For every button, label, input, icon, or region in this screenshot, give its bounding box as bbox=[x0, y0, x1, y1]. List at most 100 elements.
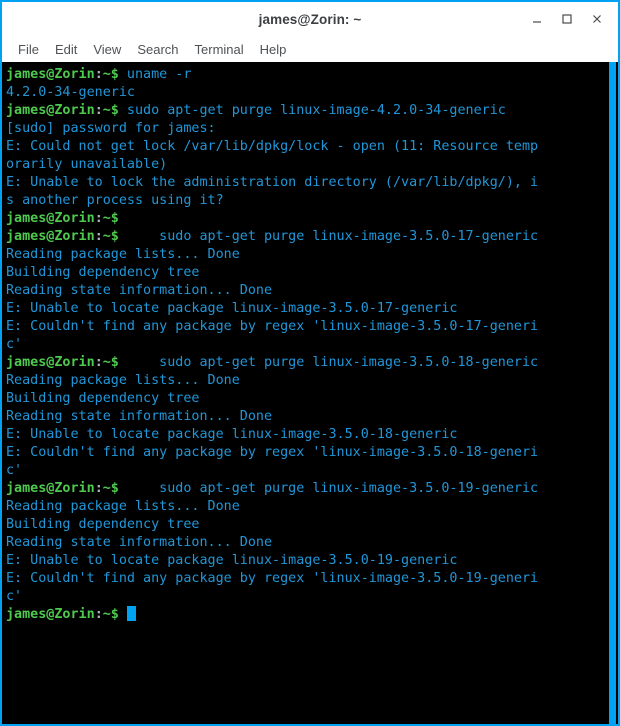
terminal-prompt-line: james@Zorin:~$ uname -r bbox=[6, 66, 618, 84]
terminal-output-text: E: Could not get lock /var/lib/dpkg/lock… bbox=[6, 139, 539, 154]
terminal-output-text: 4.2.0-34-generic bbox=[6, 85, 135, 100]
prompt-colon: : bbox=[94, 211, 103, 226]
terminal-output-line: Reading package lists... Done bbox=[6, 246, 618, 264]
prompt-user-host: james@Zorin bbox=[6, 355, 95, 370]
terminal-output-text: E: Couldn't find any package by regex 'l… bbox=[6, 571, 539, 586]
prompt-user-host: james@Zorin bbox=[6, 67, 95, 82]
terminal-output-line: s another process using it? bbox=[6, 192, 618, 210]
terminal-output[interactable]: james@Zorin:~$ uname -r 4.2.0-34-generic j… bbox=[2, 62, 618, 724]
terminal-output-line: E: Unable to locate package linux-image-… bbox=[6, 426, 618, 444]
terminal-scrollbar[interactable] bbox=[607, 62, 618, 724]
terminal-window: james@Zorin: ~ File Edit View Search Ter… bbox=[0, 0, 620, 726]
terminal-area[interactable]: james@Zorin:~$ uname -r 4.2.0-34-generic j… bbox=[2, 62, 618, 724]
terminal-prompt-line: james@Zorin:~$ sudo apt-get purge linux-… bbox=[6, 102, 618, 120]
prompt-colon: : bbox=[94, 103, 103, 118]
terminal-output-line: Reading state information... Done bbox=[6, 408, 618, 426]
terminal-output-text: Building dependency tree bbox=[6, 265, 200, 280]
terminal-output-line: [sudo] password for james: bbox=[6, 120, 618, 138]
scrollbar-thumb[interactable] bbox=[609, 62, 616, 724]
terminal-output-line: c' bbox=[6, 462, 618, 480]
menu-item-edit[interactable]: Edit bbox=[47, 40, 85, 59]
terminal-output-text: c' bbox=[6, 589, 23, 604]
prompt-sigil: ~$ bbox=[102, 607, 119, 622]
terminal-command: sudo apt-get purge linux-image-3.5.0-18-… bbox=[118, 355, 539, 370]
prompt-user-host: james@Zorin bbox=[6, 211, 95, 226]
terminal-command: sudo apt-get purge linux-image-4.2.0-34-… bbox=[118, 103, 506, 118]
menu-item-help[interactable]: Help bbox=[252, 40, 295, 59]
terminal-command: sudo apt-get purge linux-image-3.5.0-17-… bbox=[118, 229, 539, 244]
prompt-user-host: james@Zorin bbox=[6, 607, 95, 622]
terminal-command: sudo apt-get purge linux-image-3.5.0-19-… bbox=[118, 481, 539, 496]
terminal-output-line: Building dependency tree bbox=[6, 264, 618, 282]
window-title: james@Zorin: ~ bbox=[258, 11, 362, 27]
terminal-output-line: Reading package lists... Done bbox=[6, 372, 618, 390]
prompt-sigil: ~$ bbox=[102, 211, 119, 226]
minimize-button[interactable] bbox=[522, 4, 552, 34]
terminal-output-line: E: Couldn't find any package by regex 'l… bbox=[6, 318, 618, 336]
terminal-output-text: E: Unable to locate package linux-image-… bbox=[6, 553, 458, 568]
terminal-output-text: E: Unable to locate package linux-image-… bbox=[6, 301, 458, 316]
minimize-icon bbox=[533, 21, 541, 23]
terminal-output-line: Building dependency tree bbox=[6, 390, 618, 408]
terminal-output-line: Reading state information... Done bbox=[6, 534, 618, 552]
prompt-colon: : bbox=[94, 607, 103, 622]
terminal-output-text: Building dependency tree bbox=[6, 517, 200, 532]
terminal-output-text: E: Unable to locate package linux-image-… bbox=[6, 427, 458, 442]
terminal-output-text: E: Couldn't find any package by regex 'l… bbox=[6, 445, 539, 460]
terminal-output-text: Reading state information... Done bbox=[6, 409, 273, 424]
terminal-output-text: Reading package lists... Done bbox=[6, 499, 240, 514]
menu-item-file[interactable]: File bbox=[10, 40, 47, 59]
terminal-prompt-line: james@Zorin:~$ sudo apt-get purge linux-… bbox=[6, 354, 618, 372]
maximize-button[interactable] bbox=[552, 4, 582, 34]
close-button[interactable] bbox=[582, 4, 612, 34]
terminal-output-text: c' bbox=[6, 337, 23, 352]
terminal-output-text: E: Couldn't find any package by regex 'l… bbox=[6, 319, 539, 334]
terminal-output-line: c' bbox=[6, 336, 618, 354]
terminal-output-text: c' bbox=[6, 463, 23, 478]
terminal-output-text: Reading package lists... Done bbox=[6, 373, 240, 388]
prompt-sigil: ~$ bbox=[102, 355, 119, 370]
prompt-sigil: ~$ bbox=[102, 481, 119, 496]
terminal-output-text: Reading state information... Done bbox=[6, 283, 273, 298]
terminal-output-text: Building dependency tree bbox=[6, 391, 200, 406]
prompt-sigil: ~$ bbox=[102, 103, 119, 118]
menu-item-terminal[interactable]: Terminal bbox=[187, 40, 252, 59]
terminal-command: uname -r bbox=[118, 67, 192, 82]
terminal-output-line: 4.2.0-34-generic bbox=[6, 84, 618, 102]
title-bar[interactable]: james@Zorin: ~ bbox=[2, 2, 618, 36]
terminal-output-text: orarily unavailable) bbox=[6, 157, 168, 172]
terminal-output-line: E: Unable to locate package linux-image-… bbox=[6, 552, 618, 570]
close-icon bbox=[593, 15, 601, 23]
terminal-output-line: orarily unavailable) bbox=[6, 156, 618, 174]
prompt-sigil: ~$ bbox=[102, 229, 119, 244]
prompt-sigil: ~$ bbox=[102, 67, 119, 82]
terminal-output-line: c' bbox=[6, 588, 618, 606]
menu-bar: File Edit View Search Terminal Help bbox=[2, 36, 618, 62]
terminal-active-prompt-line: james@Zorin:~$ bbox=[6, 606, 618, 624]
terminal-cursor bbox=[126, 606, 136, 621]
prompt-user-host: james@Zorin bbox=[6, 481, 95, 496]
terminal-output-line: E: Couldn't find any package by regex 'l… bbox=[6, 570, 618, 588]
terminal-output-text: s another process using it? bbox=[6, 193, 224, 208]
terminal-output-line: Reading package lists... Done bbox=[6, 498, 618, 516]
terminal-output-text: Reading state information... Done bbox=[6, 535, 273, 550]
prompt-colon: : bbox=[94, 355, 103, 370]
terminal-output-text: [sudo] password for james: bbox=[6, 121, 216, 136]
prompt-user-host: james@Zorin bbox=[6, 229, 95, 244]
window-controls bbox=[522, 2, 612, 36]
terminal-output-line: Reading state information... Done bbox=[6, 282, 618, 300]
menu-item-search[interactable]: Search bbox=[129, 40, 186, 59]
terminal-output-line: E: Unable to locate package linux-image-… bbox=[6, 300, 618, 318]
terminal-output-text: E: Unable to lock the administration dir… bbox=[6, 175, 539, 190]
terminal-prompt-line: james@Zorin:~$ bbox=[6, 210, 618, 228]
menu-item-view[interactable]: View bbox=[85, 40, 129, 59]
terminal-output-text: Reading package lists... Done bbox=[6, 247, 240, 262]
terminal-output-line: E: Could not get lock /var/lib/dpkg/lock… bbox=[6, 138, 618, 156]
maximize-icon bbox=[562, 14, 572, 24]
prompt-colon: : bbox=[94, 67, 103, 82]
prompt-colon: : bbox=[94, 229, 103, 244]
prompt-user-host: james@Zorin bbox=[6, 103, 95, 118]
terminal-output-line: Building dependency tree bbox=[6, 516, 618, 534]
terminal-prompt-line: james@Zorin:~$ sudo apt-get purge linux-… bbox=[6, 228, 618, 246]
prompt-colon: : bbox=[94, 481, 103, 496]
